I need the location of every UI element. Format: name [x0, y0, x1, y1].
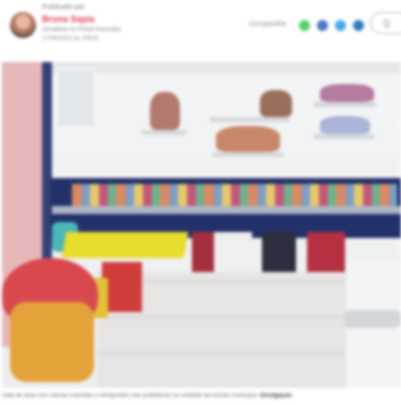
photo-chair: [102, 262, 142, 312]
photo-shelf: [142, 130, 186, 135]
photo-toy: [150, 92, 180, 130]
author-avatar[interactable]: [10, 12, 36, 38]
posted-by-label: Publicado por: [42, 4, 85, 11]
photo-stool: [192, 232, 214, 272]
photo-caption: Sala de aula com mesas coloridas e brinq…: [2, 393, 401, 399]
article-photo[interactable]: [2, 62, 401, 388]
photo-toy: [216, 126, 280, 152]
twitter-icon[interactable]: [335, 20, 346, 31]
author-bar: Publicado por Bruna Sapia Jornalista no …: [0, 0, 401, 52]
photo-stool: [262, 232, 296, 272]
photo-yellow-table: [61, 232, 189, 258]
photo-toy: [320, 84, 374, 102]
photo-chair: [10, 302, 94, 382]
photo-credit: Divulgação: [259, 393, 292, 399]
photo-shelf: [210, 117, 290, 122]
photo-shelf: [314, 134, 374, 139]
linkedin-icon[interactable]: [353, 20, 364, 31]
photo-toy: [260, 90, 292, 117]
photo-toy-row: [72, 184, 397, 208]
photo-counter: [52, 206, 401, 214]
post-date: 17/03/2023 às 10h15: [42, 36, 99, 42]
author-role: Jornalista no Portal Sorocaba: [42, 27, 121, 33]
photo-toy: [320, 116, 370, 134]
photo-caption-text: Sala de aula com mesas coloridas e brinq…: [2, 393, 259, 399]
photo-shelf: [212, 152, 284, 157]
whatsapp-icon[interactable]: [299, 20, 310, 31]
photo-stool: [307, 232, 345, 272]
author-name-link[interactable]: Bruna Sapia: [42, 14, 95, 24]
photo-appliance-handle: [344, 310, 401, 328]
photo-window: [56, 68, 96, 128]
search-icon: Q: [383, 18, 391, 28]
facebook-icon[interactable]: [317, 20, 328, 31]
share-label: Compartilhe: [249, 21, 287, 28]
photo-stool: [214, 232, 252, 272]
search-button[interactable]: Q: [370, 12, 401, 34]
photo-shelf: [314, 102, 376, 107]
